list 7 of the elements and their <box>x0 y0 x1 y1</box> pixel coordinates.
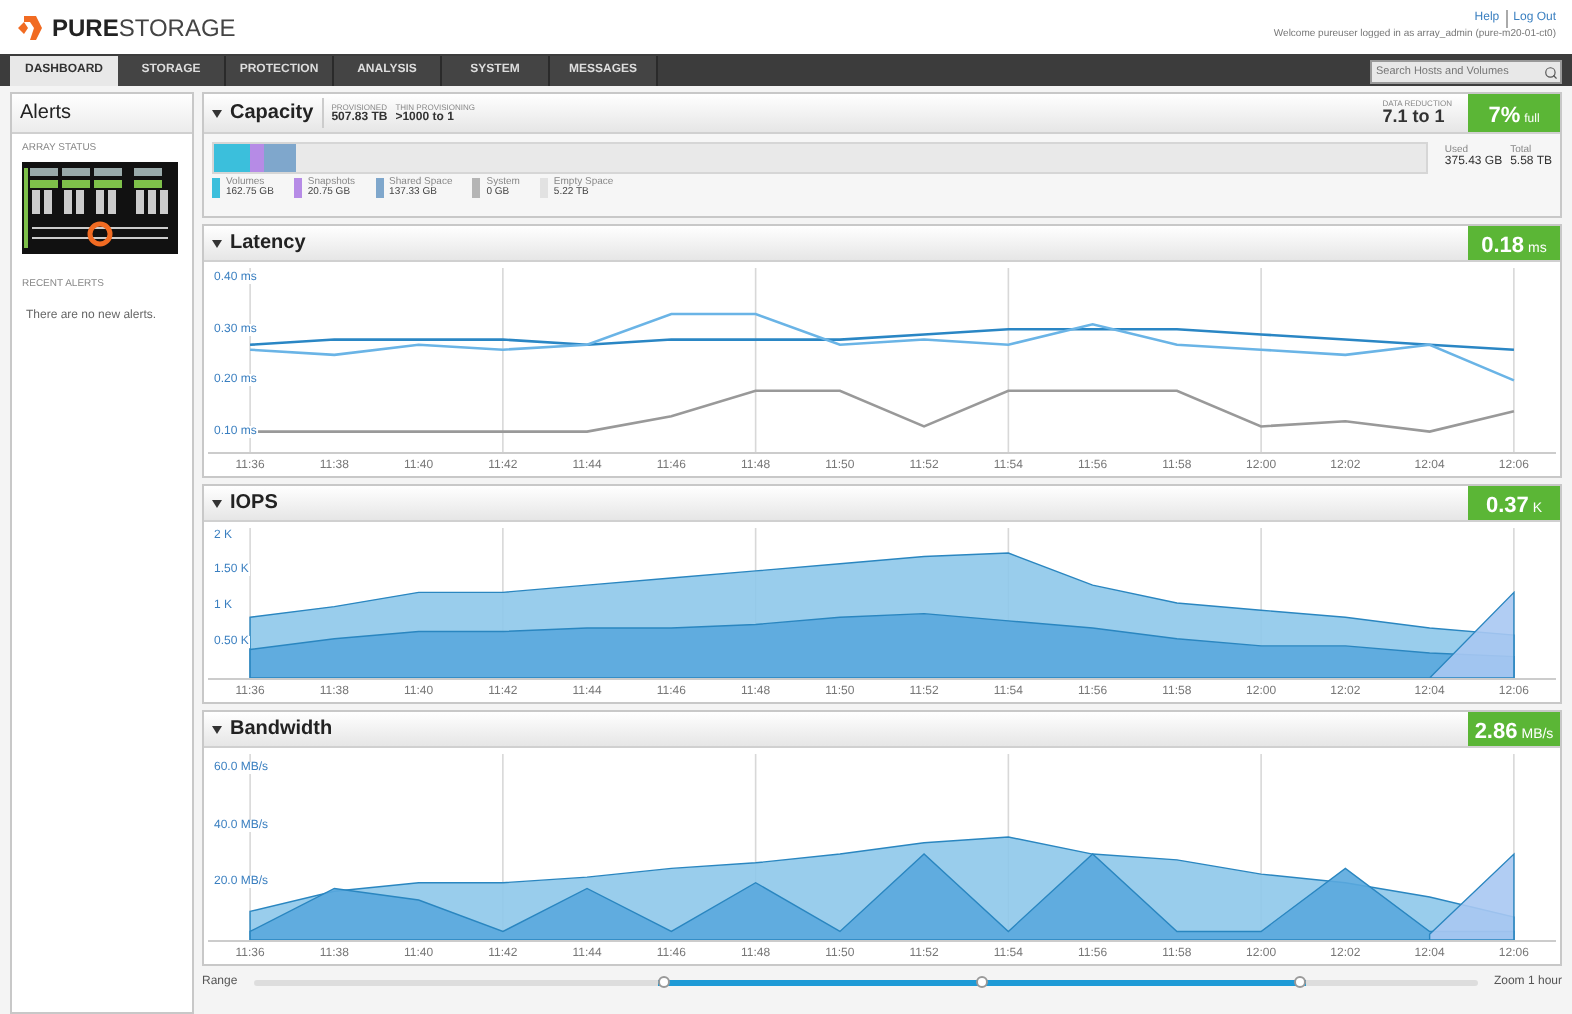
panel-title: Bandwidth <box>230 716 333 744</box>
panel-title: Latency <box>230 230 306 258</box>
panel-title: Capacity <box>230 98 324 128</box>
sidebar-title: Alerts <box>20 100 72 128</box>
panel-title: IOPS <box>230 490 278 518</box>
stat-value: 7.1 to 1 <box>1382 108 1447 126</box>
logo-text: PURESTORAGE <box>52 11 236 45</box>
